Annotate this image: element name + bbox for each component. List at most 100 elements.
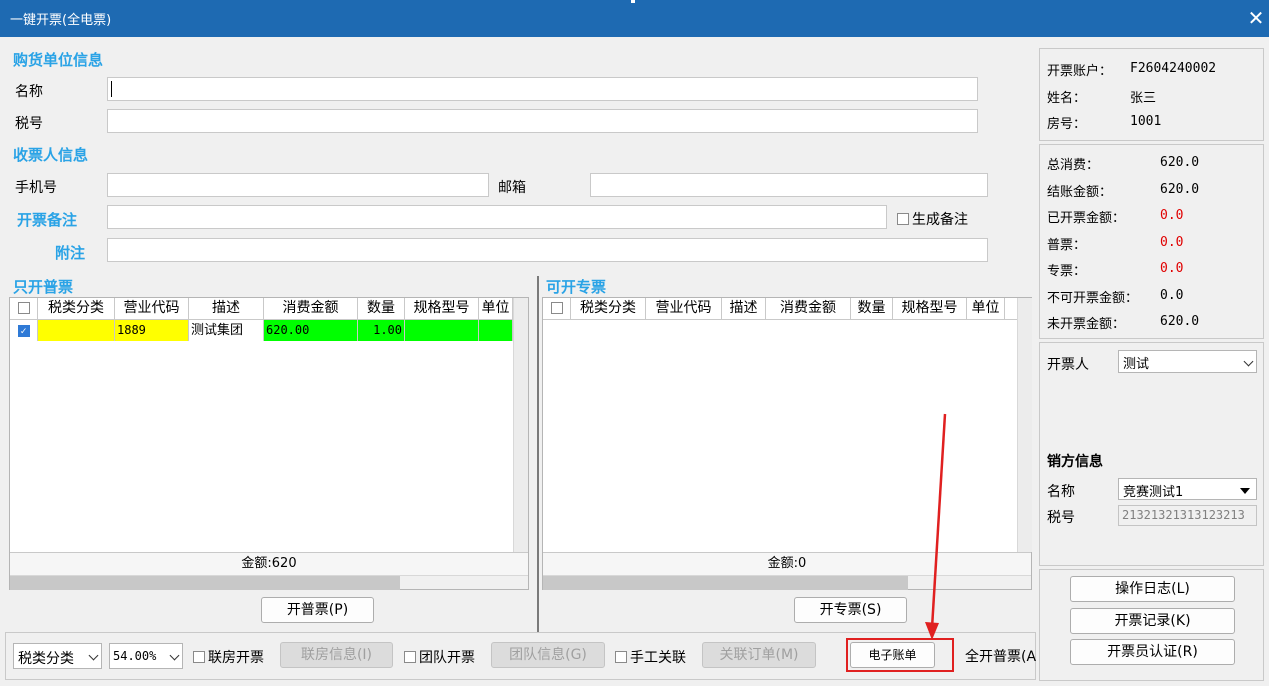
seller-name-value: 竞赛测试1: [1123, 485, 1184, 500]
receiver-section-title: 收票人信息: [13, 146, 89, 164]
col-unit[interactable]: 单位: [479, 298, 513, 319]
tax-class-select-value: 税类分类: [18, 651, 74, 667]
col-unit[interactable]: 单位: [967, 298, 1005, 319]
cell-code[interactable]: 1889: [115, 320, 189, 341]
chevron-down-icon: [88, 650, 99, 661]
vertical-scrollbar[interactable]: [1017, 298, 1032, 552]
vertical-scrollbar[interactable]: [513, 298, 528, 552]
generate-remark-checkbox[interactable]: 生成备注: [897, 209, 968, 229]
header-select-all[interactable]: [10, 298, 38, 319]
issued-value: 0.0: [1160, 208, 1184, 223]
header-select-all[interactable]: [543, 298, 571, 319]
guest-name-label: 姓名：: [1047, 91, 1087, 106]
buyer-name-input[interactable]: [107, 77, 978, 101]
issue-special-button[interactable]: 开专票(S): [794, 597, 907, 623]
buyer-tax-input[interactable]: [107, 109, 978, 133]
operation-log-button[interactable]: 操作日志(L): [1070, 576, 1235, 602]
col-code[interactable]: 营业代码: [646, 298, 722, 319]
team-invoice-label: 团队开票: [419, 650, 475, 666]
tax-class-select[interactable]: 税类分类: [13, 643, 102, 669]
team-invoice-box[interactable]: [404, 651, 416, 663]
account-label: 开票账户：: [1047, 64, 1113, 79]
special-value: 0.0: [1160, 261, 1184, 276]
buyer-tax-label: 税号: [15, 116, 43, 132]
room-label: 房号：: [1047, 117, 1087, 132]
special-invoice-title: 可开专票: [546, 278, 607, 296]
room-invoice-label: 联房开票: [208, 650, 264, 666]
grid-header: 税类分类 营业代码 描述 消费金额 数量 规格型号 单位: [10, 298, 513, 320]
room-invoice-checkbox[interactable]: 联房开票: [193, 647, 264, 667]
col-code[interactable]: 营业代码: [115, 298, 189, 319]
settle-label: 结账金额：: [1047, 185, 1113, 200]
manual-link-checkbox[interactable]: 手工关联: [615, 647, 686, 667]
cell-unit[interactable]: [479, 320, 513, 341]
settle-value: 620.0: [1160, 182, 1200, 197]
room-info-button[interactable]: 联房信息(I): [280, 642, 393, 668]
col-tax-class[interactable]: 税类分类: [38, 298, 115, 319]
room-invoice-box[interactable]: [193, 651, 205, 663]
cell-spec[interactable]: [405, 320, 479, 341]
phone-input[interactable]: [107, 173, 489, 197]
team-invoice-checkbox[interactable]: 团队开票: [404, 647, 475, 667]
buyer-name-label: 名称: [15, 84, 43, 100]
unissued-value: 620.0: [1160, 314, 1200, 329]
scroll-thumb[interactable]: [543, 576, 908, 590]
select-all-checkbox[interactable]: [550, 302, 563, 314]
note-input[interactable]: [107, 238, 988, 262]
chevron-down-icon: [1243, 356, 1254, 367]
scroll-thumb[interactable]: [10, 576, 400, 590]
title-marker: [631, 0, 635, 3]
col-desc[interactable]: 描述: [722, 298, 766, 319]
seller-tax-field: 21321321313123213: [1118, 505, 1257, 526]
annotation-arrow-icon: [925, 413, 947, 640]
col-qty[interactable]: 数量: [851, 298, 893, 319]
seller-name-select[interactable]: 竞赛测试1: [1118, 478, 1257, 500]
seller-tax-value: 21321321313123213: [1122, 508, 1245, 522]
normal-value: 0.0: [1160, 235, 1184, 250]
text-caret: [111, 81, 112, 97]
normal-label: 普票：: [1047, 238, 1087, 253]
manual-link-label: 手工关联: [630, 650, 686, 666]
issued-label: 已开票金额：: [1047, 211, 1126, 226]
cell-desc[interactable]: 测试集团: [189, 320, 264, 341]
electronic-bill-button[interactable]: 电子账单: [850, 642, 935, 668]
issuer-label: 开票人: [1047, 357, 1089, 373]
issue-normal-button[interactable]: 开普票(P): [261, 597, 374, 623]
close-icon[interactable]: ✕: [1246, 6, 1266, 30]
email-label: 邮箱: [498, 180, 526, 196]
select-all-checkbox[interactable]: [17, 302, 30, 314]
email-input[interactable]: [590, 173, 988, 197]
unissued-label: 未开票金额：: [1047, 317, 1126, 332]
remark-input[interactable]: [107, 205, 887, 229]
cell-amount[interactable]: 620.00: [264, 320, 358, 341]
col-amount[interactable]: 消费金额: [264, 298, 358, 319]
col-tax-class[interactable]: 税类分类: [571, 298, 646, 319]
generate-remark-box[interactable]: [897, 213, 909, 225]
cell-qty[interactable]: 1.00: [358, 320, 405, 341]
manual-link-box[interactable]: [615, 651, 627, 663]
title-bar: 一键开票(全电票) ✕: [0, 0, 1269, 37]
cell-tax-class[interactable]: [38, 320, 115, 341]
link-order-button[interactable]: 关联订单(M): [702, 642, 816, 668]
window-title: 一键开票(全电票): [10, 13, 112, 28]
table-row[interactable]: ✓ 1889 测试集团 620.00 1.00: [10, 320, 513, 341]
col-amount[interactable]: 消费金额: [766, 298, 851, 319]
all-normal-invoice-button[interactable]: 全开普票(A: [965, 646, 1036, 666]
account-value: F2604240002: [1130, 61, 1217, 76]
team-info-button[interactable]: 团队信息(G): [491, 642, 605, 668]
issuer-auth-button[interactable]: 开票员认证(R): [1070, 639, 1235, 665]
col-spec[interactable]: 规格型号: [405, 298, 479, 319]
row-checkbox[interactable]: ✓: [17, 324, 30, 337]
tax-rate-select[interactable]: 54.00%: [109, 643, 183, 669]
issuer-value: 测试: [1123, 357, 1150, 372]
col-desc[interactable]: 描述: [189, 298, 264, 319]
col-qty[interactable]: 数量: [358, 298, 405, 319]
row-select[interactable]: ✓: [10, 320, 38, 341]
panel-divider: [537, 276, 539, 632]
horizontal-scrollbar[interactable]: [10, 575, 528, 590]
col-spec[interactable]: 规格型号: [893, 298, 967, 319]
issuer-select[interactable]: 测试: [1118, 350, 1257, 373]
note-label: 附注: [55, 244, 86, 262]
seller-tax-label: 税号: [1047, 510, 1075, 526]
invoice-records-button[interactable]: 开票记录(K): [1070, 608, 1235, 634]
